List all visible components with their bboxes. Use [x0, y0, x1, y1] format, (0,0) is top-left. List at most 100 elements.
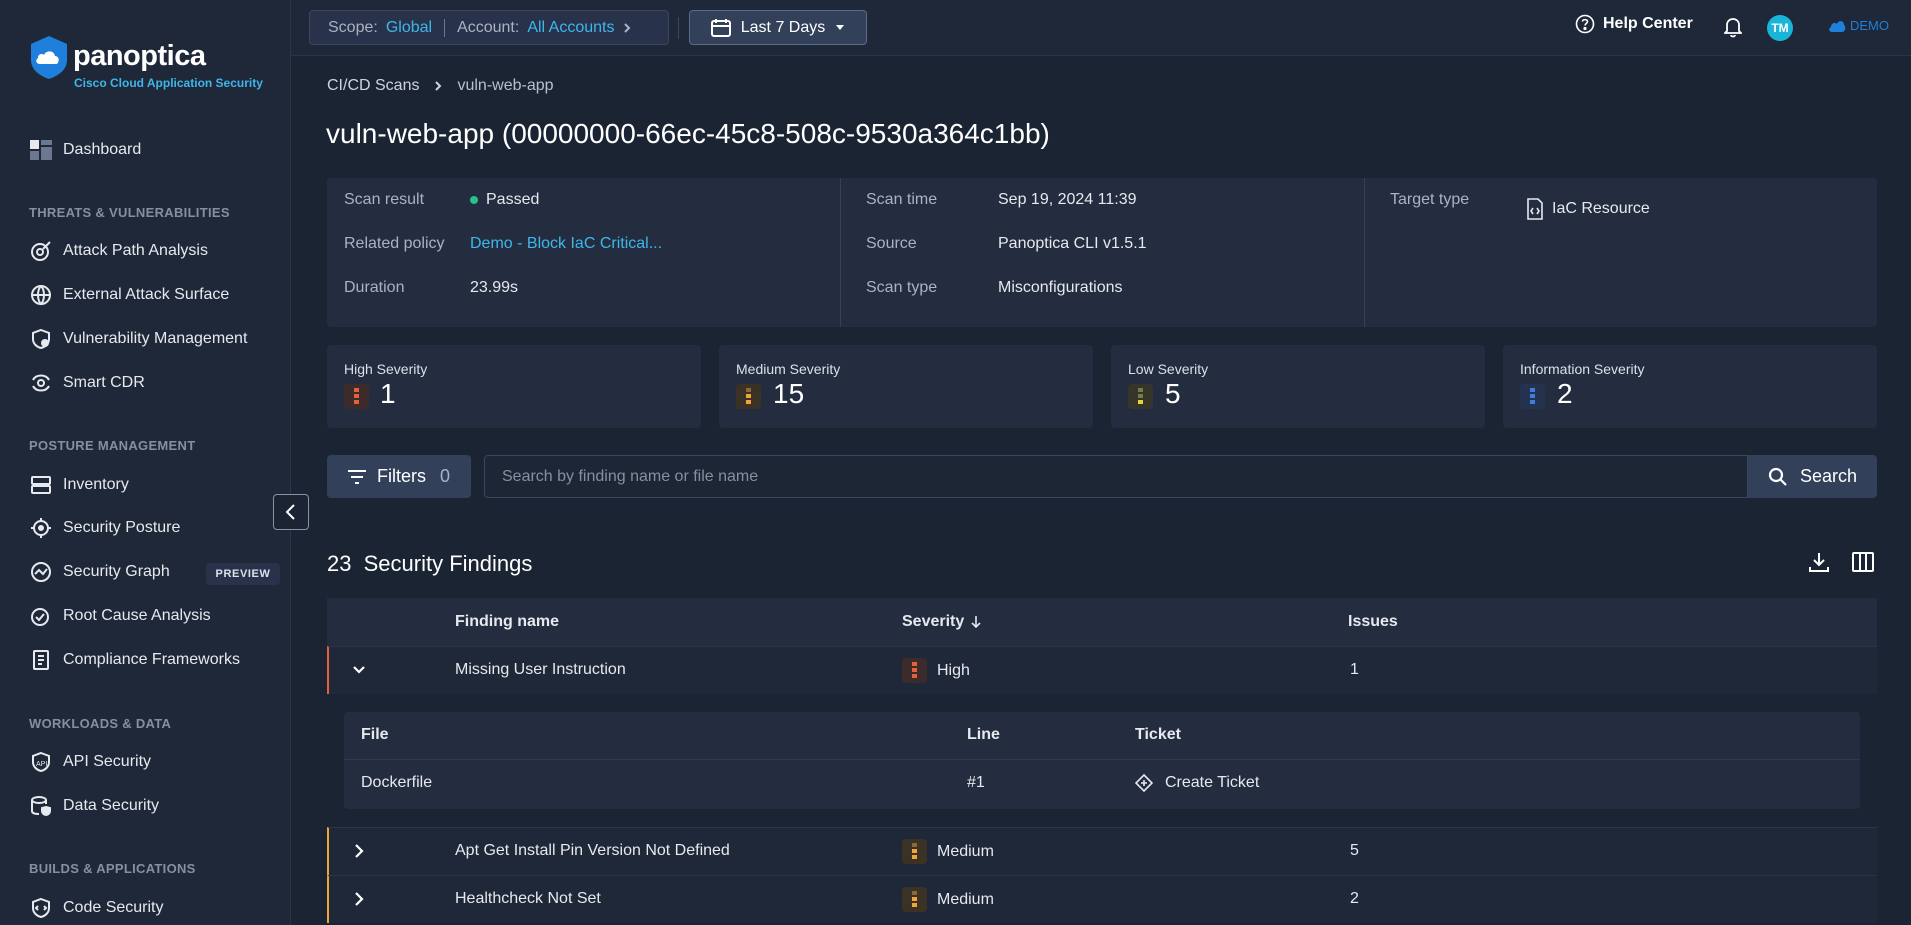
issues-count: 5 — [1350, 842, 1359, 859]
severity-count: 5 — [1165, 378, 1181, 409]
section-posture: POSTURE MANAGEMENT — [29, 438, 196, 453]
column-issues[interactable]: Issues — [1348, 613, 1398, 631]
sidebar-item-external-attack-surface[interactable]: External Attack Surface — [29, 280, 229, 310]
target-icon — [29, 239, 53, 263]
sidebar-item-label: External Attack Surface — [63, 286, 230, 303]
search-input[interactable] — [484, 455, 1748, 498]
avatar[interactable]: TM — [1767, 15, 1793, 41]
chevron-down-icon — [836, 24, 845, 30]
sidebar-item-api-security[interactable]: API API Security — [29, 747, 151, 777]
target-check-icon — [29, 604, 53, 628]
columns-button[interactable] — [1852, 551, 1874, 578]
cloud-icon — [1829, 20, 1846, 32]
chevron-right-icon[interactable] — [351, 889, 367, 909]
sidebar-item-label: Smart CDR — [63, 374, 145, 391]
subtable-row: Dockerfile #1 Create Ticket — [344, 760, 1860, 809]
source-label: Source — [866, 235, 917, 252]
sidebar-item-smart-cdr[interactable]: Smart CDR — [29, 368, 145, 398]
sidebar-item-label: Inventory — [63, 476, 129, 493]
help-center-link[interactable]: Help Center — [1575, 14, 1693, 34]
file-name[interactable]: Dockerfile — [361, 774, 432, 792]
column-finding-name[interactable]: Finding name — [455, 613, 559, 631]
sidebar-item-compliance-frameworks[interactable]: Compliance Frameworks — [29, 645, 240, 675]
filters-button[interactable]: Filters 0 — [327, 455, 471, 498]
low-severity-card[interactable]: Low Severity 5 — [1111, 345, 1485, 428]
column-ticket: Ticket — [1135, 726, 1181, 743]
environment-badge[interactable]: DEMO — [1828, 18, 1889, 33]
sidebar-item-label: Security Posture — [63, 519, 181, 536]
sidebar-item-security-graph[interactable]: Security Graph — [29, 557, 170, 587]
scan-type-value: Misconfigurations — [998, 279, 1123, 296]
help-icon — [1575, 14, 1595, 34]
medium-severity-icon — [902, 839, 927, 864]
code-shield-icon — [29, 896, 53, 920]
sidebar-item-root-cause-analysis[interactable]: Root Cause Analysis — [29, 601, 211, 631]
sidebar-item-code-security[interactable]: Code Security — [29, 893, 164, 923]
sidebar-item-dashboard[interactable]: Dashboard — [29, 135, 141, 165]
chevron-right-icon — [435, 81, 442, 91]
medium-severity-card[interactable]: Medium Severity 15 — [719, 345, 1093, 428]
chevron-left-icon — [285, 504, 295, 520]
create-ticket-button[interactable]: Create Ticket — [1135, 774, 1259, 792]
table-header: Finding name Severity Issues — [327, 598, 1877, 646]
related-policy-link[interactable]: Demo - Block IaC Critical... — [470, 235, 662, 253]
date-range-button[interactable]: Last 7 Days — [689, 10, 867, 45]
severity-label: Medium — [937, 890, 994, 908]
sidebar-item-inventory[interactable]: Inventory — [29, 470, 129, 500]
sidebar: panoptica Cisco Cloud Application Securi… — [0, 0, 291, 925]
target-type-text: IaC Resource — [1552, 200, 1650, 217]
severity-label: High — [937, 661, 970, 679]
table-row[interactable]: Apt Get Install Pin Version Not Defined … — [327, 827, 1877, 875]
create-ticket-label: Create Ticket — [1165, 774, 1260, 791]
sidebar-item-attack-path[interactable]: Attack Path Analysis — [29, 236, 208, 266]
high-severity-card[interactable]: High Severity 1 — [327, 345, 701, 428]
severity-count: 2 — [1557, 378, 1573, 409]
breadcrumb-cicd-scans[interactable]: CI/CD Scans — [327, 77, 419, 95]
target-type-label: Target type — [1390, 191, 1470, 208]
globe-shield-icon — [29, 283, 53, 307]
dashboard-icon — [29, 138, 53, 162]
column-severity[interactable]: Severity — [902, 613, 982, 631]
sidebar-item-security-posture[interactable]: Security Posture — [29, 513, 180, 543]
sidebar-item-label: Data Security — [63, 797, 160, 814]
bell-icon — [1722, 18, 1744, 38]
chevron-down-icon[interactable] — [351, 660, 367, 680]
findings-title-text: Security Findings — [363, 551, 533, 576]
chevron-right-icon[interactable] — [351, 841, 367, 861]
sidebar-item-vulnerability-management[interactable]: Vulnerability Management — [29, 324, 247, 354]
severity-title: Medium Severity — [736, 361, 841, 377]
findings-title: 23 Security Findings — [327, 551, 532, 577]
scan-result-text: Passed — [486, 191, 540, 208]
graph-icon — [29, 560, 53, 584]
notifications-button[interactable] — [1722, 16, 1744, 43]
download-icon — [1809, 553, 1829, 572]
scan-time-label: Scan time — [866, 191, 938, 208]
radar-icon — [29, 371, 53, 395]
chevron-right-icon — [624, 22, 631, 33]
information-severity-card[interactable]: Information Severity 2 — [1503, 345, 1877, 428]
table-row[interactable]: Healthcheck Not Set Medium 2 — [327, 875, 1877, 923]
search-button[interactable]: Search — [1748, 455, 1877, 498]
date-range-label: Last 7 Days — [740, 18, 826, 36]
table-row[interactable]: Missing User Instruction High 1 — [327, 646, 1877, 694]
severity-count: 1 — [380, 378, 396, 409]
collapse-sidebar-button[interactable] — [273, 494, 309, 530]
sidebar-item-label: Dashboard — [63, 141, 142, 158]
panoptica-logo[interactable]: panoptica Cisco Cloud Application Securi… — [27, 34, 267, 94]
medium-severity-icon — [736, 384, 761, 414]
scope-selector[interactable]: Scope: Global Account: All Accounts — [309, 10, 669, 45]
breadcrumb: CI/CD Scans vuln-web-app — [327, 77, 554, 95]
panoptica-cloud-icon — [31, 36, 67, 79]
brand-subtitle: Cisco Cloud Application Security — [74, 76, 263, 90]
account-label: Account: — [457, 18, 520, 36]
findings-table: Finding name Severity Issues Missing Use… — [327, 598, 1877, 923]
scope-label: Scope: — [328, 18, 378, 36]
clipboard-icon — [29, 648, 53, 672]
low-severity-icon — [1128, 384, 1153, 414]
search-button-label: Search — [1799, 466, 1858, 486]
scan-info-column-3: Target type IaC Resource — [1365, 178, 1877, 327]
download-button[interactable] — [1808, 551, 1830, 578]
scan-result-label: Scan result — [344, 191, 425, 208]
sidebar-item-data-security[interactable]: Data Security — [29, 791, 159, 821]
column-line: Line — [967, 726, 1000, 743]
